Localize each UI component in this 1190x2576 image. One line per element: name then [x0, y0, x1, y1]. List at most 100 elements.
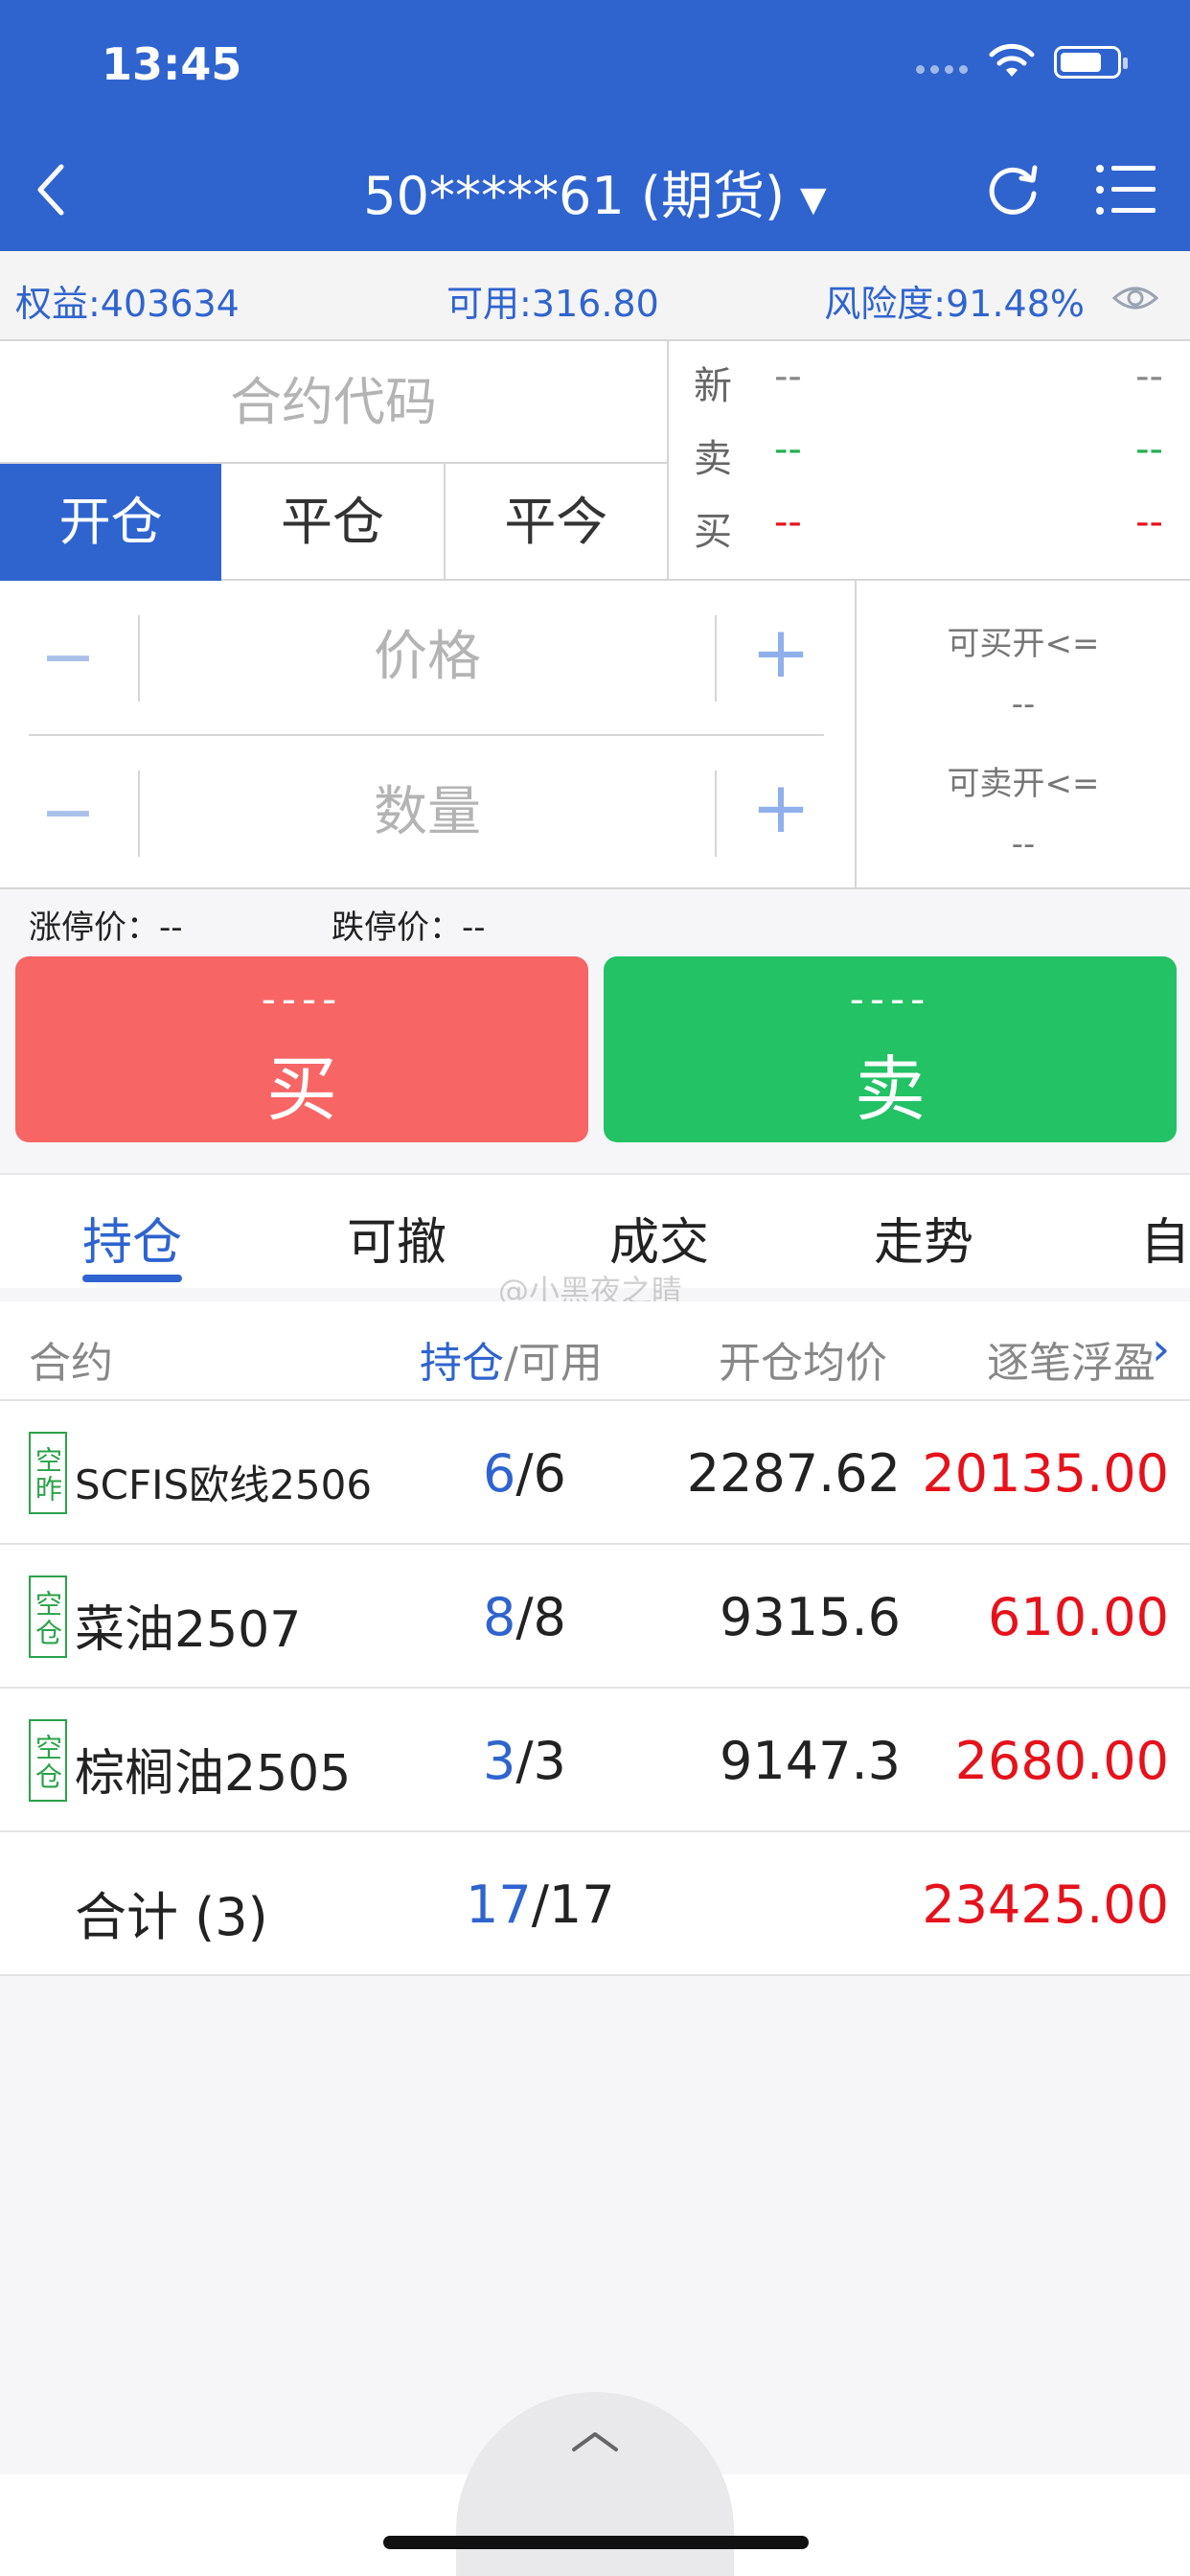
- header-avail-label: /可用: [504, 1339, 603, 1388]
- tab-underline: [82, 1275, 182, 1282]
- contract-name: 菜油2507: [75, 1601, 302, 1659]
- table-header: 合约 持仓/可用 开仓均价 逐笔浮盈 ›: [0, 1301, 1190, 1401]
- mode-open[interactable]: 开仓: [0, 464, 222, 581]
- short-badge: 空仓: [29, 1719, 67, 1802]
- sell-button[interactable]: ---- 卖: [604, 956, 1177, 1142]
- menu-icon[interactable]: [1094, 161, 1157, 218]
- quantity-minus-button[interactable]: −: [38, 778, 98, 845]
- order-panel-inputs: − 价格 + − 数量 + 可买开<= -- 可卖开<= --: [0, 581, 1190, 889]
- contract-name: SCFIS欧线2506: [75, 1461, 373, 1508]
- quote-value: --: [774, 427, 802, 472]
- sell-price: ----: [849, 976, 931, 1023]
- refresh-icon[interactable]: [983, 159, 1042, 218]
- quote-label: 买: [694, 510, 732, 554]
- avail-value: /8: [515, 1587, 566, 1647]
- can-buy-info: 可买开<= --: [857, 617, 1190, 724]
- can-buy-value: --: [1011, 685, 1036, 724]
- chevron-up-icon[interactable]: [566, 2423, 624, 2461]
- pnl-value: 2680.00: [954, 1731, 1169, 1791]
- tab-trend[interactable]: 走势: [874, 1202, 973, 1274]
- total-hold-avail: 17/17: [466, 1874, 615, 1935]
- divider: [715, 615, 717, 702]
- pnl-value: 610.00: [988, 1587, 1169, 1647]
- quantity-stepper: − 数量 +: [29, 736, 824, 889]
- quantity-plus-button[interactable]: +: [751, 772, 811, 843]
- header-avg-price[interactable]: 开仓均价: [719, 1328, 887, 1390]
- quote-label: 卖: [694, 437, 732, 481]
- hold-value: 6: [483, 1443, 516, 1504]
- contract-name: 棕榈油2505: [75, 1745, 352, 1803]
- avg-price: 9315.6: [720, 1587, 901, 1647]
- eye-icon[interactable]: [1111, 274, 1159, 322]
- account-title-text[interactable]: 50*****61 (期货): [363, 166, 785, 226]
- contract-code-input[interactable]: 合约代码: [0, 341, 669, 464]
- order-mode-tabs: 开仓 平仓 平今: [0, 464, 669, 581]
- pnl-value: 20135.00: [922, 1443, 1169, 1504]
- total-hold: 17: [466, 1874, 532, 1935]
- hold-avail: 6/6: [483, 1443, 566, 1504]
- can-sell-label: 可卖开<=: [947, 765, 1100, 803]
- price-stepper: − 价格 +: [29, 581, 824, 734]
- table-row[interactable]: 空仓 菜油2507 8/8 9315.6 610.00: [0, 1545, 1190, 1689]
- divider: [715, 770, 717, 857]
- limit-down-text: 跌停价：--: [332, 908, 486, 947]
- account-summary-bar: 权益:403634 可用:316.80 风险度:91.48%: [0, 251, 1190, 341]
- buy-button[interactable]: ---- 买: [15, 956, 588, 1142]
- app-header: 13:45 50*****61 (期货) ▼: [0, 0, 1190, 251]
- quantity-input[interactable]: 数量: [140, 736, 715, 889]
- equity-text: 权益:403634: [15, 283, 240, 325]
- mode-close-today[interactable]: 平今: [443, 464, 667, 581]
- quote-volume: --: [1135, 500, 1163, 544]
- total-avail: /17: [531, 1874, 615, 1935]
- avail-value: /3: [515, 1731, 566, 1791]
- can-buy-label: 可买开<=: [947, 625, 1100, 663]
- tab-cancelable[interactable]: 可撤: [347, 1202, 446, 1274]
- mode-close[interactable]: 平仓: [221, 464, 443, 581]
- tab-positions[interactable]: 持仓: [82, 1202, 182, 1274]
- total-pnl: 23425.00: [922, 1874, 1169, 1935]
- chevron-right-icon[interactable]: ›: [1152, 1322, 1170, 1376]
- sell-label: 卖: [855, 1048, 926, 1131]
- header-hold-label: 持仓: [420, 1339, 504, 1388]
- positions-table: 合约 持仓/可用 开仓均价 逐笔浮盈 › 空昨 SCFIS欧线2506 6/6 …: [0, 1301, 1190, 1976]
- header-pnl[interactable]: 逐笔浮盈: [987, 1328, 1156, 1390]
- quote-last: 新 -- --: [690, 355, 1179, 424]
- short-badge: 空仓: [29, 1576, 67, 1658]
- price-plus-button[interactable]: +: [751, 617, 811, 688]
- table-row[interactable]: 空昨 SCFIS欧线2506 6/6 2287.62 20135.00: [0, 1401, 1190, 1545]
- wifi-icon: [989, 43, 1035, 77]
- battery-icon: [1054, 46, 1128, 79]
- quote-value: --: [774, 355, 802, 399]
- quote-ask: 卖 -- --: [690, 427, 1179, 496]
- can-sell-info: 可卖开<= --: [857, 757, 1190, 863]
- price-input[interactable]: 价格: [140, 581, 715, 734]
- quote-label: 新: [694, 364, 732, 408]
- buy-label: 买: [266, 1048, 337, 1131]
- avg-price: 9147.3: [720, 1731, 901, 1791]
- status-time: 13:45: [102, 38, 242, 90]
- hold-value: 8: [483, 1587, 516, 1647]
- price-minus-button[interactable]: −: [38, 623, 98, 690]
- hold-avail: 8/8: [483, 1587, 566, 1647]
- table-total-row: 合计 (3) 17/17 23425.00: [0, 1832, 1190, 1976]
- avg-price: 2287.62: [686, 1443, 901, 1504]
- tab-trades[interactable]: 成交: [609, 1202, 709, 1274]
- total-label: 合计 (3): [75, 1887, 268, 1947]
- quote-volume: --: [1135, 427, 1163, 472]
- quote-bid: 买 -- --: [690, 500, 1179, 569]
- can-sell-value: --: [1011, 825, 1036, 863]
- signal-icon: [916, 65, 973, 75]
- tab-custom[interactable]: 自: [1140, 1202, 1190, 1274]
- short-badge: 空昨: [29, 1432, 67, 1514]
- table-row[interactable]: 空仓 棕榈油2505 3/3 9147.3 2680.00: [0, 1689, 1190, 1832]
- quote-volume: --: [1135, 355, 1163, 399]
- price-limits: 涨停价：-- 跌停价：--: [29, 893, 1179, 951]
- avail-value: /6: [515, 1443, 566, 1504]
- caret-down-icon[interactable]: ▼: [800, 180, 827, 219]
- home-indicator[interactable]: [383, 2536, 809, 2549]
- header-contract[interactable]: 合约: [29, 1328, 113, 1390]
- hold-value: 3: [483, 1731, 516, 1791]
- buy-price: ----: [261, 976, 343, 1023]
- header-hold[interactable]: 持仓/可用: [420, 1328, 603, 1390]
- risk-text: 风险度:91.48%: [824, 283, 1085, 325]
